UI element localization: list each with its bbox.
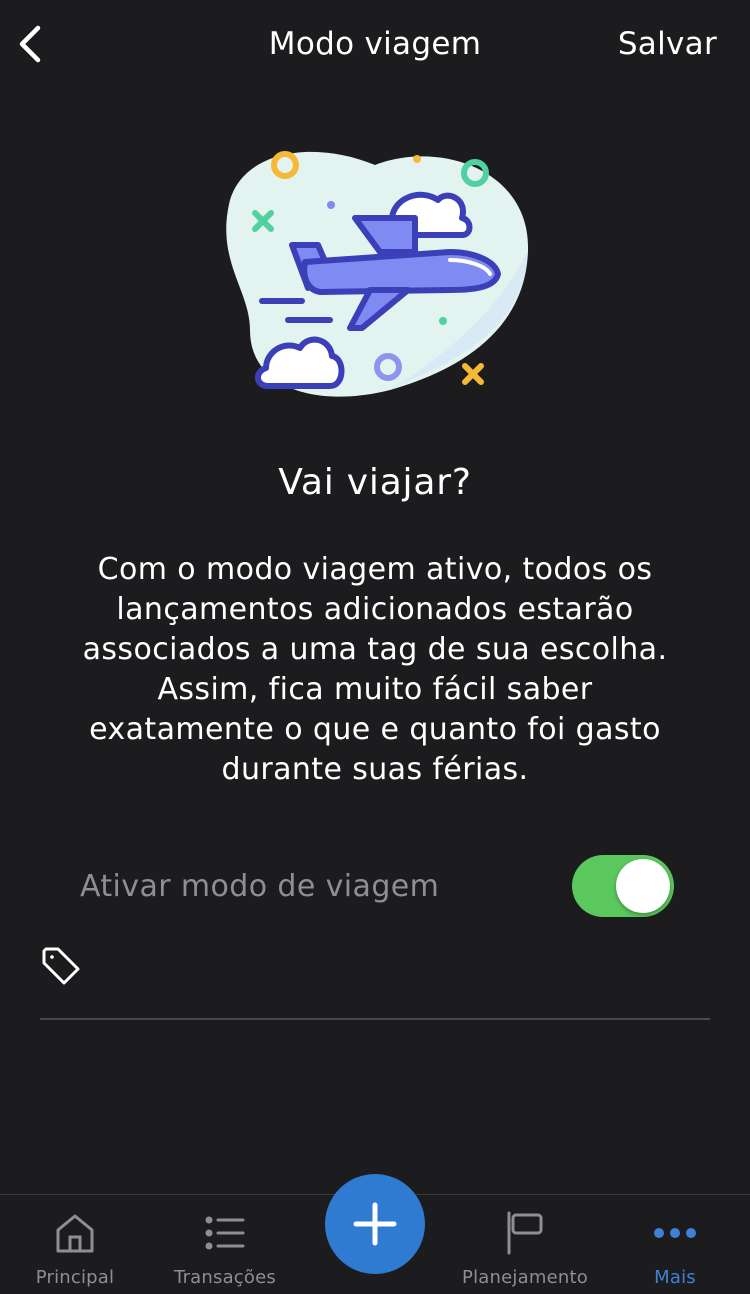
tab-label: Transações	[174, 1267, 276, 1288]
description-text: Com o modo viagem ativo, todos os lançam…	[82, 552, 668, 787]
add-transaction-button[interactable]	[325, 1174, 425, 1274]
tab-mais[interactable]: Mais	[600, 1195, 750, 1294]
flag-icon	[507, 1211, 543, 1255]
tab-label: Planejamento	[462, 1267, 588, 1288]
tab-label: Principal	[35, 1267, 115, 1288]
list-icon	[205, 1216, 245, 1250]
tag-field[interactable]	[40, 940, 710, 1020]
plus-icon	[353, 1202, 397, 1246]
travel-mode-switch[interactable]	[572, 855, 674, 917]
tag-icon	[42, 947, 80, 985]
headline: Vai viajar?	[278, 462, 472, 503]
tab-label: Mais	[654, 1267, 696, 1288]
tab-planejamento[interactable]: Planejamento	[450, 1195, 600, 1294]
tab-transacoes[interactable]: Transações	[150, 1195, 300, 1294]
tab-principal[interactable]: Principal	[0, 1195, 150, 1294]
navigation-header: Modo viagem Salvar	[0, 0, 750, 90]
travel-mode-row: Ativar modo de viagem	[80, 855, 674, 917]
save-button[interactable]: Salvar	[618, 26, 717, 62]
more-dots-icon	[654, 1228, 696, 1238]
switch-knob	[616, 859, 670, 913]
travel-mode-label: Ativar modo de viagem	[80, 869, 440, 904]
home-icon	[56, 1214, 94, 1253]
airplane-clouds-illustration	[226, 151, 529, 397]
